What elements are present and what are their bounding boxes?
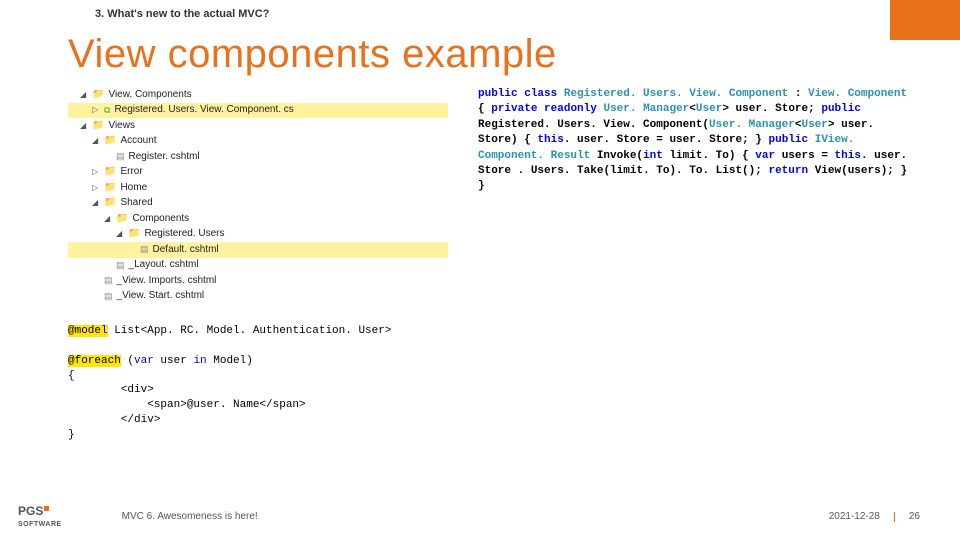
tree-node: Error xyxy=(120,165,142,180)
file-icon: ▤ xyxy=(116,259,125,272)
folder-icon: 📁 xyxy=(116,212,128,227)
folder-icon: 📁 xyxy=(92,88,104,103)
footer-date: 2021-12-28 xyxy=(829,511,880,522)
main-content: ◢📁View. Components ▷⧉Registered. Users. … xyxy=(0,87,960,443)
tree-node: Views xyxy=(108,119,135,134)
tree-node: Registered. Users. View. Component. cs xyxy=(114,103,293,118)
right-column: public class Registered. Users. View. Co… xyxy=(478,87,920,443)
tree-node: Shared xyxy=(120,196,152,211)
tree-node: View. Components xyxy=(108,88,191,103)
footer: PGS SOFTWARE MVC 6. Awesomeness is here!… xyxy=(0,506,960,528)
folder-icon: 📁 xyxy=(104,134,116,149)
csharp-icon: ⧉ xyxy=(104,104,110,117)
file-icon: ▤ xyxy=(140,243,149,256)
page-title: View components example xyxy=(0,20,960,87)
razor-code: @model List<App. RC. Model. Authenticati… xyxy=(68,324,448,443)
solution-tree: ◢📁View. Components ▷⧉Registered. Users. … xyxy=(68,87,448,304)
page-number: 26 xyxy=(909,511,920,522)
footer-meta: 2021-12-28 26 xyxy=(829,511,920,522)
logo-square-icon xyxy=(44,506,49,511)
file-icon: ▤ xyxy=(104,290,113,303)
folder-icon: 📁 xyxy=(104,165,116,180)
tree-node: Default. cshtml xyxy=(153,243,219,258)
razor-keyword: @foreach xyxy=(68,355,121,367)
razor-keyword: @model xyxy=(68,325,108,337)
accent-block xyxy=(890,0,960,40)
folder-icon: 📁 xyxy=(104,181,116,196)
footer-tagline: MVC 6. Awesomeness is here! xyxy=(122,511,258,522)
csharp-code: public class Registered. Users. View. Co… xyxy=(478,87,920,195)
tree-node: Home xyxy=(120,181,147,196)
folder-icon: 📁 xyxy=(104,196,116,211)
tree-node: _View. Imports. cshtml xyxy=(117,274,217,289)
file-icon: ▤ xyxy=(116,150,125,163)
left-column: ◢📁View. Components ▷⧉Registered. Users. … xyxy=(68,87,448,443)
tree-node: Registered. Users xyxy=(144,227,224,242)
file-icon: ▤ xyxy=(104,274,113,287)
divider xyxy=(894,512,895,522)
folder-icon: 📁 xyxy=(128,227,140,242)
tree-node: _Layout. cshtml xyxy=(129,258,199,273)
tree-node: Components xyxy=(132,212,189,227)
folder-icon: 📁 xyxy=(92,119,104,134)
breadcrumb: 3. What's new to the actual MVC? xyxy=(0,0,960,20)
tree-node: _View. Start. cshtml xyxy=(117,289,205,304)
tree-node: Register. cshtml xyxy=(129,150,200,165)
tree-node: Account xyxy=(120,134,156,149)
logo: PGS SOFTWARE xyxy=(18,506,62,528)
